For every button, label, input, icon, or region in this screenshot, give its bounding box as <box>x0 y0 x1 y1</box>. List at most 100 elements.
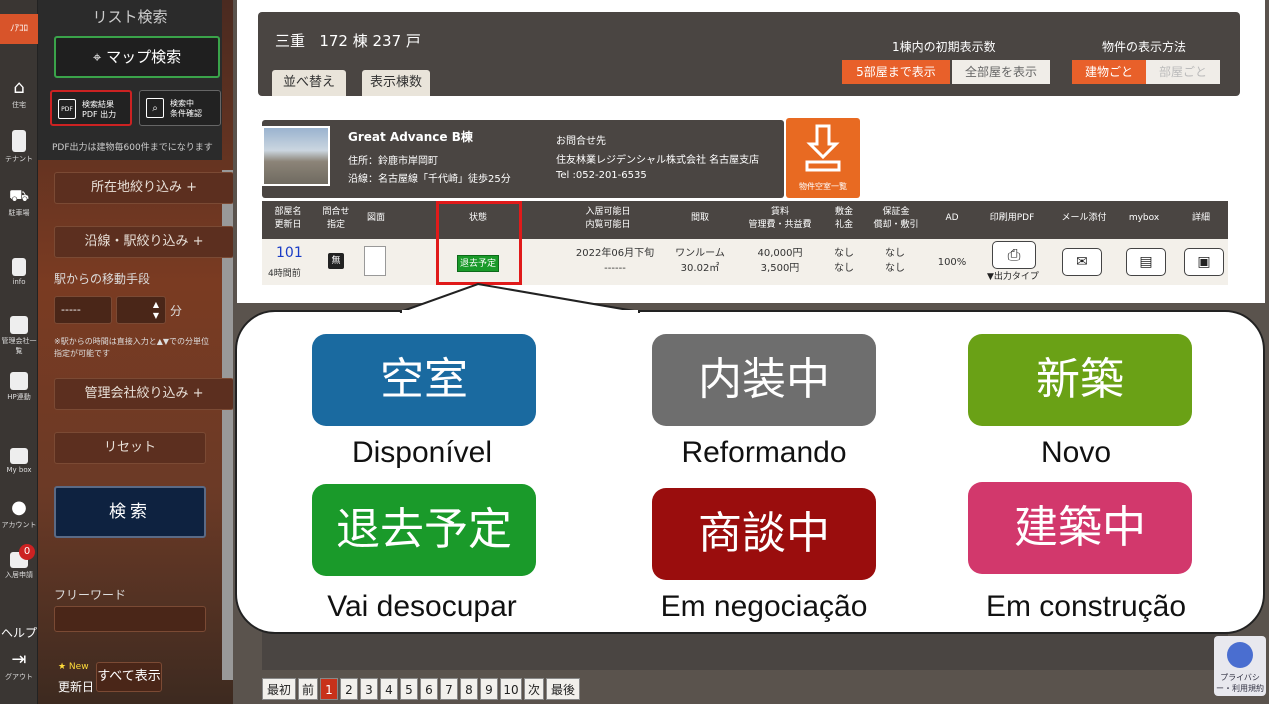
pdf-output-button[interactable]: PDF 検索結果 PDF 出力 <box>50 90 132 126</box>
house-icon: ⌂ <box>13 77 25 98</box>
stepper-arrows-icon: ▲ ▼ <box>152 300 159 320</box>
company-filter-button[interactable]: 管理会社絞り込み + <box>54 378 234 410</box>
page-prev[interactable]: 前 <box>298 678 318 700</box>
vacant-list-button[interactable]: 物件空室一覧 <box>786 118 860 198</box>
mail-icon: ✉ <box>1076 254 1088 270</box>
move-means-label: 駅からの移動手段 <box>54 272 151 286</box>
printer-icon: ⎙ <box>1007 245 1021 264</box>
rail-parking[interactable]: ⛟ 駐車場 <box>0 186 38 218</box>
room-number[interactable]: 101 <box>276 245 303 261</box>
page-6[interactable]: 6 <box>420 678 438 700</box>
layout-area: ワンルーム 30.02㎡ <box>675 248 725 274</box>
rail-help[interactable]: ヘルプ <box>0 622 38 641</box>
th-room: 部屋名 更新日 <box>274 207 302 230</box>
output-type-dropdown[interactable]: ▼出力タイプ <box>987 269 1039 282</box>
privacy-badge[interactable]: プライバシー・利用規約 <box>1214 636 1266 696</box>
reset-button[interactable]: リセット <box>54 432 206 464</box>
rail-info[interactable]: info <box>0 258 38 286</box>
page-9[interactable]: 9 <box>480 678 498 700</box>
updated-label: 更新日 <box>58 680 95 694</box>
th-ad: AD <box>945 213 959 223</box>
recaptcha-icon <box>1227 642 1253 668</box>
page-3[interactable]: 3 <box>360 678 378 700</box>
area-count: 三重 172 棟 237 戸 <box>275 32 421 50</box>
detail-icon: ▣ <box>1197 254 1211 270</box>
th-mybox: mybox <box>1128 213 1160 223</box>
mybox-icon <box>10 448 28 464</box>
tab-sort[interactable]: 並べ替え <box>272 70 346 96</box>
legend-new: 新築 <box>968 334 1192 426</box>
search-button[interactable]: 検索 <box>54 486 206 538</box>
rail-account[interactable]: ● アカウント <box>0 498 38 530</box>
page-5[interactable]: 5 <box>400 678 418 700</box>
notification-badge: 0 <box>19 544 35 560</box>
th-layout: 間取 <box>690 213 709 223</box>
rail-logout[interactable]: ⇥ グアウト <box>0 650 38 682</box>
legend-renovating: 内装中 <box>652 334 876 426</box>
legend-under-construction: 建築中 <box>968 482 1192 574</box>
inquiry-badge: 無 <box>328 253 344 269</box>
pdf-note: PDF出力は建物毎600件までになります <box>52 143 213 153</box>
rail-house[interactable]: ⌂ 住宅 <box>0 78 38 110</box>
mybox-button[interactable]: ▤ <box>1126 248 1166 276</box>
tab-building-count[interactable]: 表示棟数 <box>362 70 430 96</box>
ad-value: 100% <box>937 257 967 268</box>
page-4[interactable]: 4 <box>380 678 398 700</box>
all-rooms-button[interactable]: 全部屋を表示 <box>952 60 1050 84</box>
th-plan: 図面 <box>366 213 385 223</box>
hp-icon <box>10 372 28 390</box>
map-search-button[interactable]: ⌖ マップ検索 <box>54 36 220 78</box>
company-icon <box>10 316 28 334</box>
page-1[interactable]: 1 <box>320 678 338 700</box>
th-detail: 詳細 <box>1191 213 1210 223</box>
print-pdf-button[interactable]: ⎙ <box>992 241 1036 269</box>
magnifier-icon: ⌕ <box>146 98 164 118</box>
building-name: Great Advance B棟 <box>348 130 473 144</box>
legend-negotiating: 商談中 <box>652 488 876 580</box>
building-address: 住所：鈴鹿市岸岡町 <box>348 156 438 167</box>
building-photo <box>262 126 330 186</box>
list-search-title: リスト検索 <box>92 8 168 26</box>
per-room-button[interactable]: 部屋ごと <box>1146 60 1220 84</box>
rail-company[interactable]: 管理会社一覧 <box>0 316 38 356</box>
rail-tenant[interactable]: テナント <box>0 130 38 164</box>
five-rooms-button[interactable]: 5部屋まで表示 <box>842 60 950 84</box>
page-first[interactable]: 最初 <box>262 678 296 700</box>
highlight-box <box>436 201 522 285</box>
freeword-input[interactable] <box>54 606 206 632</box>
freeword-label: フリーワード <box>54 588 127 602</box>
line-filter-button[interactable]: 沿線・駅絞り込み + <box>54 226 234 258</box>
th-inquiry: 問合せ 指定 <box>322 207 350 230</box>
rail-hp[interactable]: HP連動 <box>0 372 38 402</box>
move-means-select[interactable]: ----- <box>54 296 112 324</box>
caption-moving-out: Vai desocupar <box>327 590 517 623</box>
show-all-select[interactable]: すべて表示 <box>96 662 162 692</box>
location-filter-button[interactable]: 所在地絞り込み + <box>54 172 234 204</box>
info-icon <box>12 258 26 276</box>
icon-rail: ﾉｱｺﾛ ⌂ 住宅 テナント ⛟ 駐車場 info 管理会社一覧 HP連動 My b… <box>0 0 38 704</box>
per-building-button[interactable]: 建物ごと <box>1072 60 1146 84</box>
minute-stepper[interactable]: ▲ ▼ <box>116 296 166 324</box>
th-pdf: 印刷用PDF <box>989 213 1035 223</box>
detail-button[interactable]: ▣ <box>1184 248 1224 276</box>
condition-check-button[interactable]: ⌕ 検索中 条件確認 <box>139 90 221 126</box>
rail-mybox[interactable]: My box <box>0 448 38 474</box>
pdf-icon: PDF <box>58 99 76 119</box>
page-8[interactable]: 8 <box>460 678 478 700</box>
page-2[interactable]: 2 <box>340 678 358 700</box>
page-next[interactable]: 次 <box>524 678 544 700</box>
building-icon <box>12 130 26 152</box>
page-7[interactable]: 7 <box>440 678 458 700</box>
logout-icon: ⇥ <box>11 649 27 670</box>
floorplan-thumbnail[interactable] <box>364 246 386 276</box>
th-rent: 賃料 管理費・共益費 <box>748 207 812 230</box>
mail-attach-button[interactable]: ✉ <box>1062 248 1102 276</box>
map-icon: ⌖ <box>92 48 107 66</box>
th-guarantee: 保証金 償却・敷引 <box>873 207 919 230</box>
caption-vacant: Disponível <box>351 436 493 469</box>
minute-note: ※駅からの時間は直接入力と▲▼での分単位指定が可能です <box>54 337 210 358</box>
page-10[interactable]: 10 <box>500 678 522 700</box>
page-last[interactable]: 最後 <box>546 678 580 700</box>
minute-unit: 分 <box>170 304 183 318</box>
th-deposit: 敷金 礼金 <box>834 207 853 230</box>
